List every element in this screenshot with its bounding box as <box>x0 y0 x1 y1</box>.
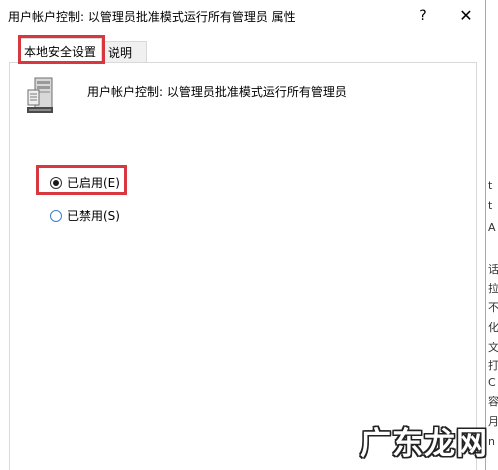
background-fragment: n <box>488 436 495 448</box>
enabled-radio[interactable] <box>50 176 62 189</box>
disabled-option[interactable]: 已禁用(S) <box>50 207 120 224</box>
background-fragment: 拉 <box>488 283 498 295</box>
enabled-option[interactable]: 已启用(E) <box>50 174 120 191</box>
background-fragment: 话 <box>488 264 498 276</box>
background-fragment: 容 <box>488 396 498 408</box>
dialog-title: 用户帐户控制: 以管理员批准模式运行所有管理员 属性 <box>8 10 296 24</box>
screenshot-stage: ] [ [ 用户帐户控制: 以管理员批准模式运行所有管理员 属性 ? ✕ 本地安… <box>0 0 498 470</box>
background-fragment: t <box>488 180 493 192</box>
tab-label: 本地安全设置 <box>23 44 96 59</box>
help-icon: ? <box>419 7 427 24</box>
title-bar[interactable]: 用户帐户控制: 以管理员批准模式运行所有管理员 属性 ? ✕ <box>0 0 485 31</box>
background-fragment: A <box>488 222 496 234</box>
tab-panel <box>9 62 477 470</box>
tab-label: 说明 <box>108 45 133 60</box>
tab-explain[interactable]: 说明 <box>101 41 147 62</box>
watermark-text: 广东龙网 <box>360 426 488 462</box>
enabled-label[interactable]: 已启用(E) <box>67 174 120 191</box>
help-button[interactable]: ? <box>400 0 446 31</box>
close-icon: ✕ <box>459 6 473 25</box>
properties-dialog: 用户帐户控制: 以管理员批准模式运行所有管理员 属性 ? ✕ 本地安全设置 说明 <box>0 0 486 470</box>
background-fragment: 文 <box>488 342 498 354</box>
tab-local-security-setting[interactable]: 本地安全设置 <box>18 38 102 63</box>
background-fragment: 打 <box>488 360 498 372</box>
background-fragment: 月 <box>488 416 498 428</box>
background-fragment: 化 <box>488 322 498 334</box>
disabled-radio[interactable] <box>50 209 62 222</box>
server-icon <box>27 77 53 113</box>
policy-title: 用户帐户控制: 以管理员批准模式运行所有管理员 <box>87 85 347 99</box>
background-fragment: t <box>488 200 493 212</box>
background-fragment: C <box>488 377 496 389</box>
background-fragment: 不 <box>488 302 498 314</box>
radio-selected-dot <box>53 179 59 186</box>
close-button[interactable]: ✕ <box>446 0 486 31</box>
disabled-label[interactable]: 已禁用(S) <box>67 207 120 224</box>
